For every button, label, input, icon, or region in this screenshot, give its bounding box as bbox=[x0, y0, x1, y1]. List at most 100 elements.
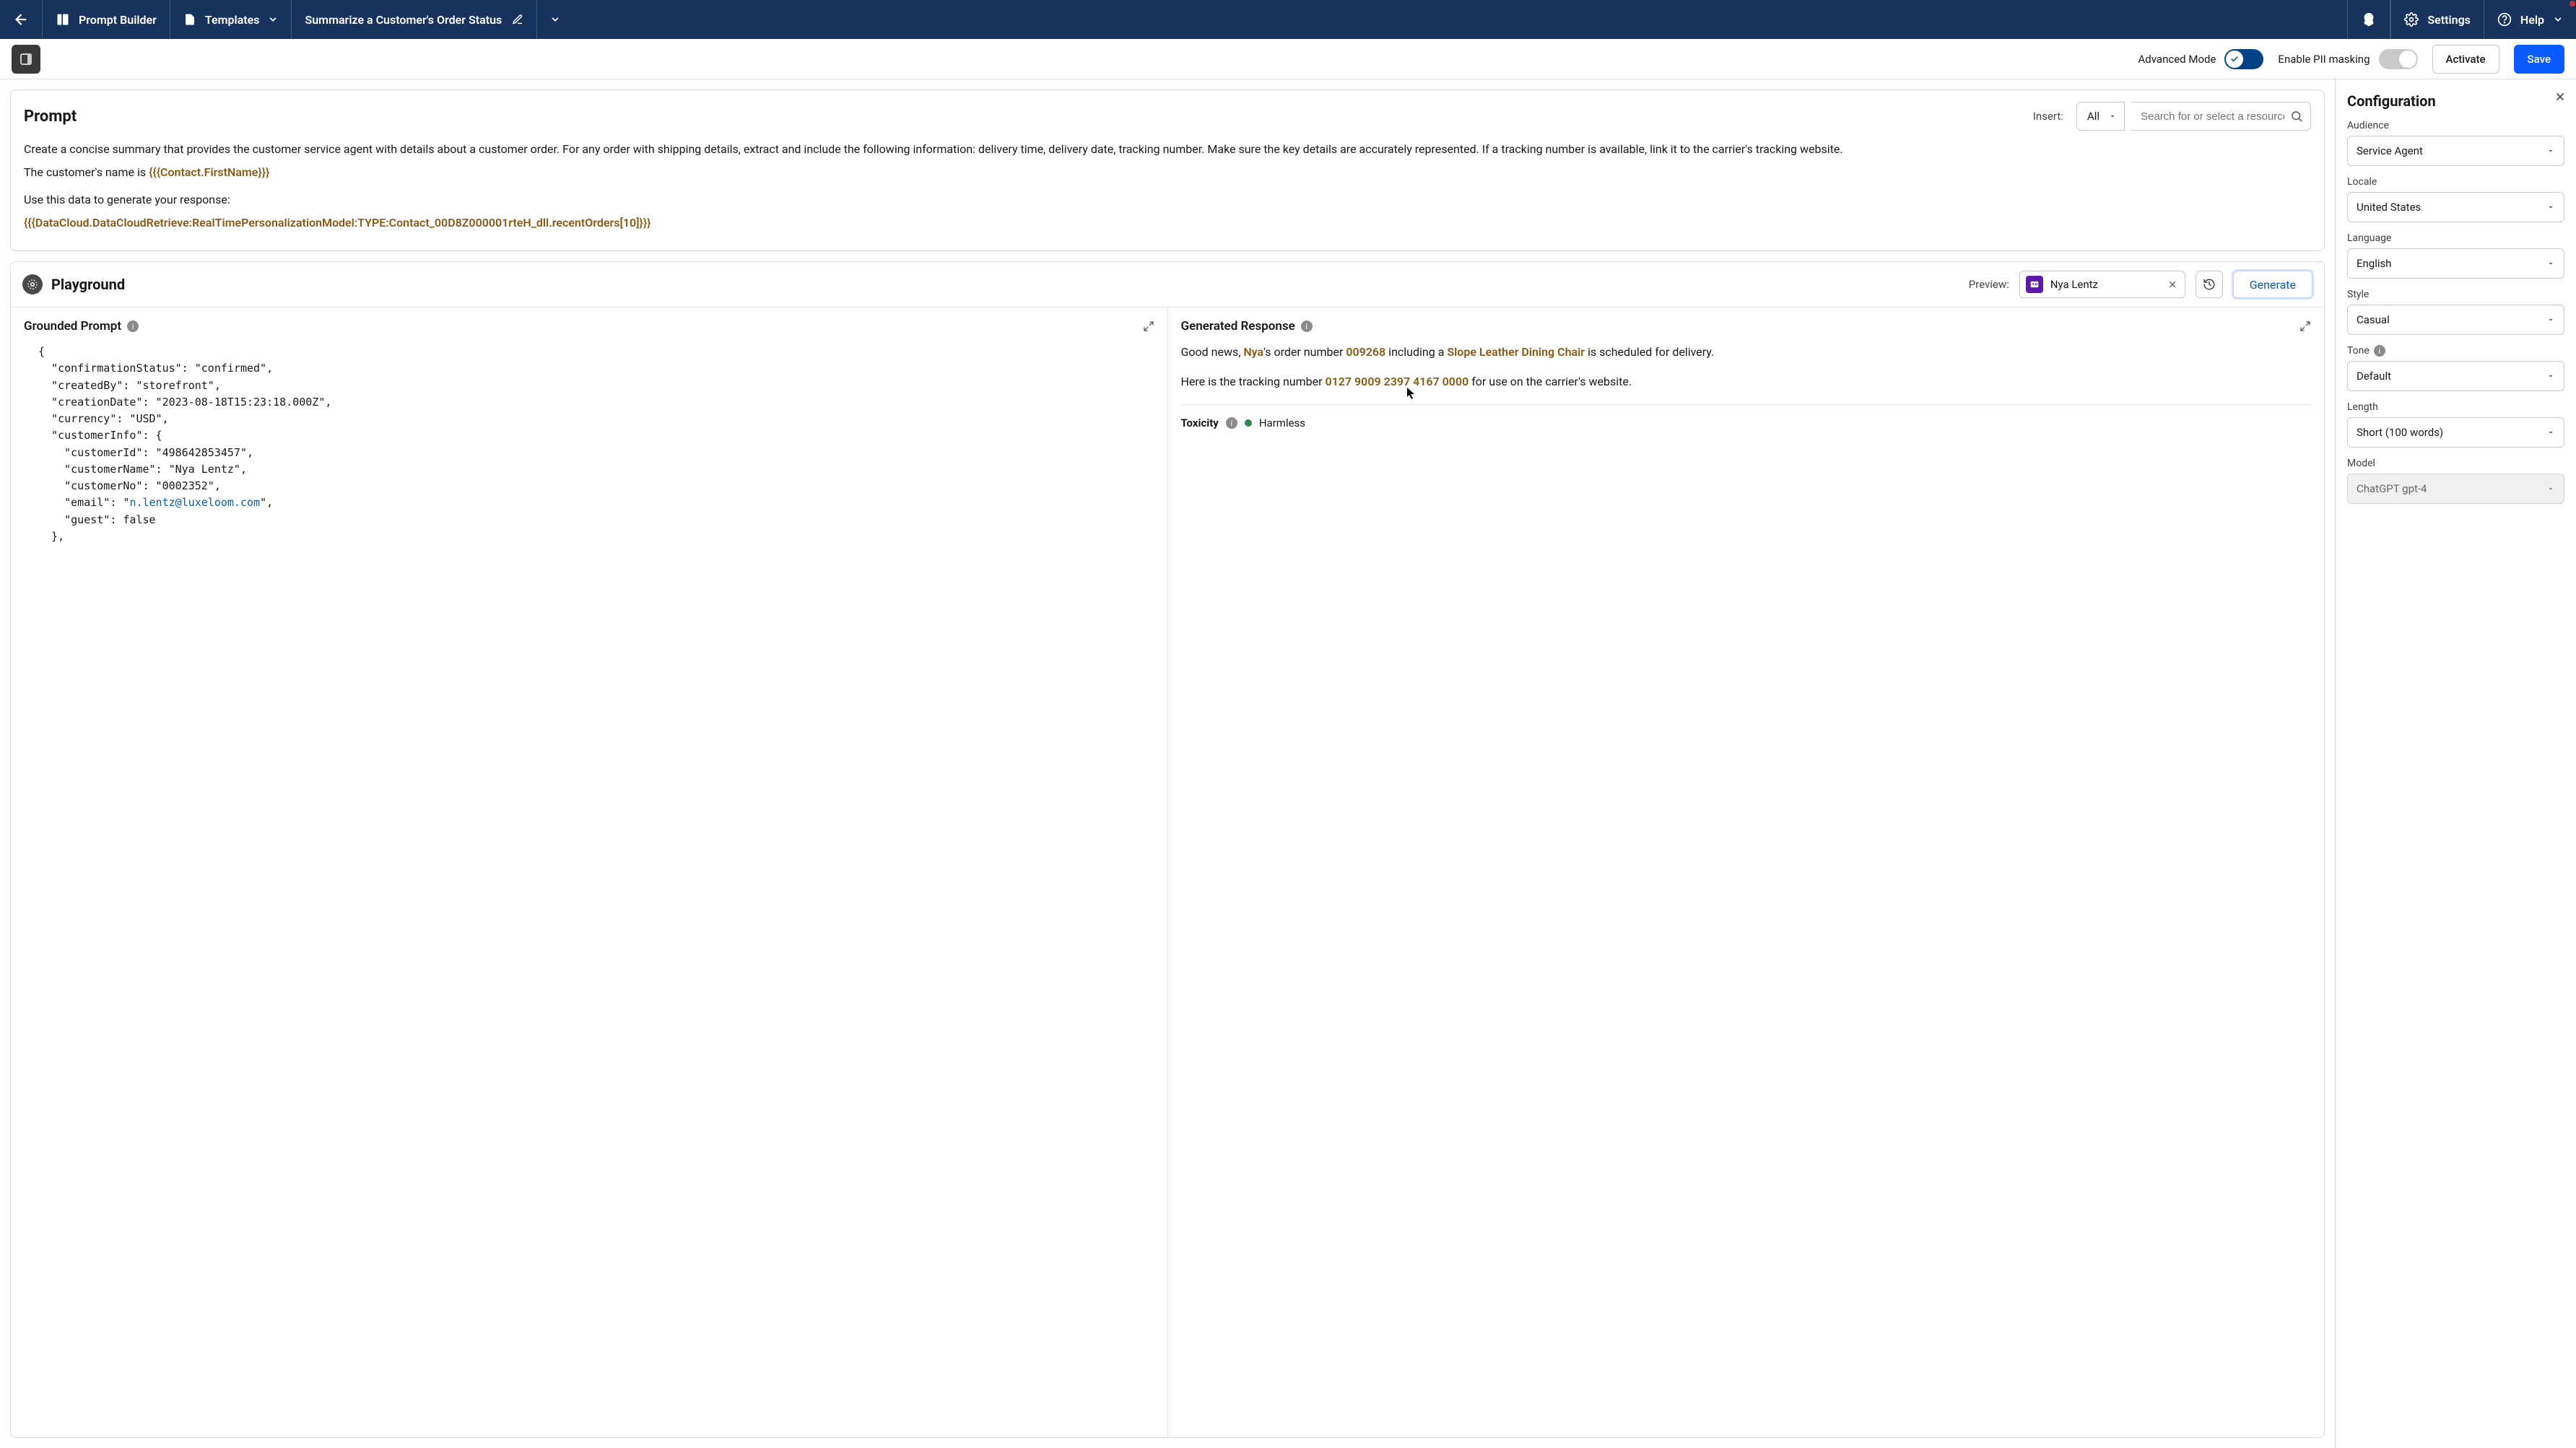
status-dot-harmless bbox=[1245, 419, 1252, 427]
language-label: Language bbox=[2347, 232, 2564, 244]
merge-field-contact-firstname[interactable]: {{{Contact.FirstName}}} bbox=[149, 165, 269, 179]
style-select[interactable]: Casual bbox=[2347, 305, 2564, 335]
email-link[interactable]: n.lentz@luxeloom.com bbox=[129, 496, 260, 509]
prompt-panel: Prompt Insert: All Create a concise summ… bbox=[10, 90, 2325, 251]
top-navigation: Prompt Builder Templates Summarize a Cus… bbox=[0, 0, 2576, 39]
triangle-down-icon bbox=[2546, 259, 2555, 268]
grounded-prompt-code: { "confirmationStatus": "confirmed", "cr… bbox=[24, 344, 1154, 545]
gear-icon bbox=[2404, 12, 2419, 27]
language-select[interactable]: English bbox=[2347, 248, 2564, 279]
generate-button[interactable]: Generate bbox=[2233, 271, 2312, 298]
layout-toggle-button[interactable] bbox=[12, 45, 40, 74]
info-icon[interactable]: i bbox=[2374, 345, 2385, 357]
tone-select[interactable]: Default bbox=[2347, 361, 2564, 391]
playground-icon bbox=[22, 274, 43, 295]
insert-resource-search[interactable] bbox=[2131, 102, 2311, 131]
nav-help-label: Help bbox=[2520, 13, 2544, 27]
nav-prompt-builder-label: Prompt Builder bbox=[79, 13, 157, 27]
prompt-text: Create a concise summary that provides t… bbox=[24, 142, 1843, 156]
chevron-down-icon bbox=[2553, 14, 2563, 25]
layout-icon bbox=[20, 53, 32, 65]
toxicity-label: Toxicity bbox=[1181, 415, 1219, 432]
notification-dot bbox=[2570, 1, 2575, 6]
triangle-down-icon bbox=[2546, 147, 2555, 155]
contact-avatar-icon bbox=[2026, 276, 2043, 293]
insert-label: Insert: bbox=[2033, 110, 2063, 123]
activate-button[interactable]: Activate bbox=[2432, 45, 2499, 74]
configuration-sidebar: Configuration Audience Service Agent Loc… bbox=[2335, 79, 2576, 1448]
generated-response-text: Good news, Nya's order number 009268 inc… bbox=[1181, 344, 2312, 432]
info-icon[interactable]: i bbox=[1226, 417, 1237, 429]
triangle-down-icon bbox=[2546, 315, 2555, 324]
prompt-section-title: Prompt bbox=[24, 108, 2023, 126]
triangle-down-icon bbox=[2546, 484, 2555, 493]
expand-button[interactable] bbox=[2299, 320, 2311, 332]
einstein-icon bbox=[2361, 12, 2377, 27]
hl-customer-name: Nya bbox=[1243, 345, 1263, 359]
close-sidebar-button[interactable] bbox=[2554, 91, 2566, 103]
hl-product-name: Slope Leather Dining Chair bbox=[1447, 345, 1585, 359]
length-label: Length bbox=[2347, 401, 2564, 413]
style-label: Style bbox=[2347, 289, 2564, 300]
prompt-editor[interactable]: Create a concise summary that provides t… bbox=[24, 141, 2311, 232]
model-select[interactable]: ChatGPT gpt-4 bbox=[2347, 474, 2564, 504]
nav-help[interactable]: Help bbox=[2484, 0, 2576, 39]
tone-label: Tone bbox=[2347, 345, 2370, 357]
expand-icon bbox=[1143, 320, 1154, 332]
playground-panel: Playground Preview: Nya Lentz Generate bbox=[10, 261, 2325, 1438]
pii-masking-label: Enable PII masking bbox=[2278, 53, 2370, 66]
save-button[interactable]: Save bbox=[2514, 45, 2564, 74]
tab-menu[interactable] bbox=[537, 0, 573, 39]
preview-contact-chip[interactable]: Nya Lentz bbox=[2019, 271, 2185, 298]
layout-icon bbox=[56, 12, 70, 27]
nav-settings[interactable]: Settings bbox=[2390, 0, 2484, 39]
grounded-prompt-title: Grounded Prompt bbox=[24, 319, 121, 333]
length-select[interactable]: Short (100 words) bbox=[2347, 417, 2564, 448]
document-icon bbox=[183, 12, 196, 27]
insert-search-input[interactable] bbox=[2141, 110, 2284, 123]
history-button[interactable] bbox=[2196, 271, 2223, 298]
chevron-down-icon bbox=[268, 14, 278, 25]
close-icon bbox=[2554, 91, 2566, 103]
edit-icon[interactable] bbox=[512, 14, 523, 25]
pii-masking-toggle[interactable] bbox=[2379, 49, 2418, 69]
hl-tracking-number: 0127 9009 2397 4167 0000 bbox=[1326, 375, 1469, 388]
nav-templates-label: Templates bbox=[205, 13, 260, 27]
hl-order-number: 009268 bbox=[1346, 345, 1385, 359]
help-icon bbox=[2497, 12, 2512, 27]
expand-icon bbox=[2299, 320, 2311, 332]
prompt-text: The customer's name is bbox=[24, 165, 149, 179]
info-icon[interactable]: i bbox=[127, 320, 139, 332]
triangle-down-icon bbox=[2546, 372, 2555, 380]
generated-response-column: Generated Response i Good news, Nya's or… bbox=[1167, 308, 2325, 1437]
current-tab-title: Summarize a Customer's Order Status bbox=[305, 13, 502, 27]
triangle-down-icon bbox=[2108, 112, 2117, 121]
model-label: Model bbox=[2347, 458, 2564, 469]
chevron-down-icon bbox=[550, 14, 560, 25]
insert-filter-select[interactable]: All bbox=[2076, 102, 2125, 131]
locale-label: Locale bbox=[2347, 176, 2564, 188]
advanced-mode-label: Advanced Mode bbox=[2138, 53, 2216, 66]
nav-templates[interactable]: Templates bbox=[170, 0, 292, 39]
nav-settings-label: Settings bbox=[2427, 13, 2471, 27]
trust-icon-button[interactable] bbox=[2347, 0, 2390, 39]
back-button[interactable] bbox=[0, 0, 43, 39]
info-icon[interactable]: i bbox=[1301, 320, 1313, 332]
preview-contact-name: Nya Lentz bbox=[2050, 278, 2160, 291]
expand-button[interactable] bbox=[1143, 320, 1154, 332]
triangle-down-icon bbox=[2546, 203, 2555, 211]
merge-field-datacloud[interactable]: {{{DataCloud.DataCloudRetrieve:RealTimeP… bbox=[24, 216, 650, 230]
prompt-text: Use this data to generate your response: bbox=[24, 193, 230, 206]
playground-title: Playground bbox=[51, 276, 125, 293]
advanced-mode-toggle[interactable] bbox=[2224, 49, 2263, 69]
audience-select[interactable]: Service Agent bbox=[2347, 136, 2564, 166]
current-tab[interactable]: Summarize a Customer's Order Status bbox=[292, 0, 537, 39]
locale-select[interactable]: United States bbox=[2347, 192, 2564, 222]
audience-label: Audience bbox=[2347, 120, 2564, 131]
triangle-down-icon bbox=[2546, 428, 2555, 437]
toxicity-value: Harmless bbox=[1259, 415, 1305, 432]
grounded-prompt-column: Grounded Prompt i { "confirmationStatus"… bbox=[11, 308, 1167, 1437]
clear-contact-button[interactable] bbox=[2167, 279, 2177, 289]
configuration-title: Configuration bbox=[2347, 92, 2564, 110]
nav-prompt-builder[interactable]: Prompt Builder bbox=[43, 0, 170, 39]
